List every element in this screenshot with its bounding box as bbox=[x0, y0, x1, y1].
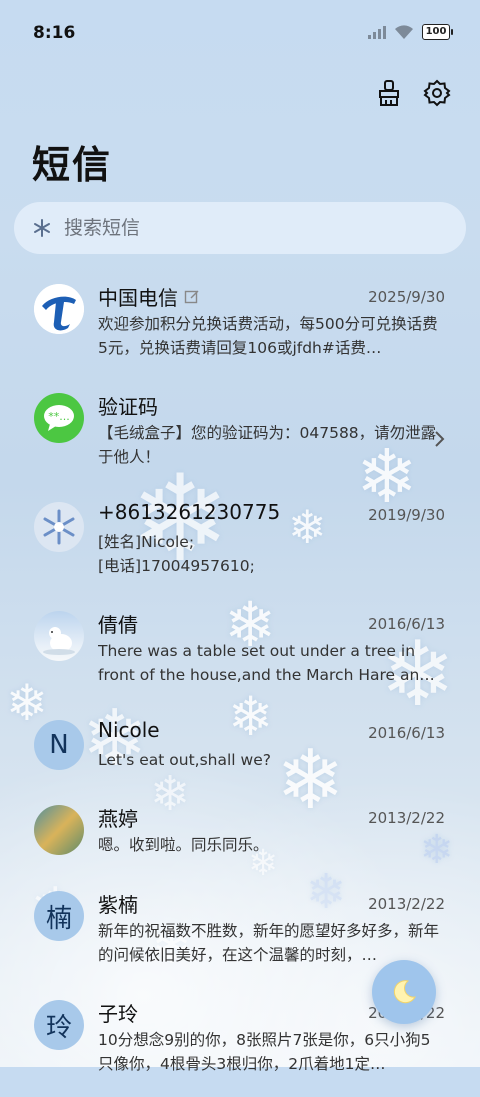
broom-icon[interactable] bbox=[374, 78, 404, 108]
preview-line: [姓名]Nicole; bbox=[98, 533, 195, 551]
night-mode-button[interactable] bbox=[372, 960, 436, 1024]
conversation-row[interactable]: 倩倩 2016/6/13 There was a table set out u… bbox=[0, 599, 480, 708]
message-date: 2019/9/30 bbox=[368, 506, 445, 524]
conversation-row[interactable]: 中国电信 2025/9/30 欢迎参加积分兑换话费活动，每500分可兑换话费5元… bbox=[0, 272, 480, 381]
message-preview: 新年的祝福数不胜数，新年的愿望好多好多，新年的问候依旧美好，在这个温馨的时刻，… bbox=[98, 922, 440, 964]
message-date: 2013/2/22 bbox=[368, 895, 445, 913]
contact-name: 紫楠 bbox=[98, 893, 138, 917]
battery-indicator: 100 bbox=[422, 24, 453, 40]
chevron-right-icon[interactable] bbox=[432, 429, 446, 449]
sms-bubble-icon: **... bbox=[34, 393, 84, 443]
china-telecom-logo bbox=[34, 284, 84, 334]
message-date: 2013/2/22 bbox=[368, 809, 445, 827]
message-preview: 欢迎参加积分兑换话费活动，每500分可兑换话费5元，兑换话费请回复106或jfd… bbox=[98, 315, 438, 357]
snowflake-photo bbox=[34, 502, 84, 552]
contact-name: 中国电信 bbox=[98, 286, 178, 310]
message-date: 2016/6/13 bbox=[368, 615, 445, 633]
message-preview: 嗯。收到啦。同乐同乐。 bbox=[98, 836, 269, 854]
message-preview: 【毛绒盒子】您的验证码为：047588，请勿泄露于他人！ bbox=[98, 424, 437, 466]
message-date: 2025/9/30 bbox=[368, 288, 445, 306]
edit-icon bbox=[184, 290, 199, 303]
polar-bear-photo bbox=[34, 611, 84, 661]
gear-icon[interactable] bbox=[422, 78, 452, 108]
conversation-row[interactable]: N Nicole 2016/6/13 Let's eat out,shall w… bbox=[0, 708, 480, 793]
contact-name: 验证码 bbox=[98, 395, 158, 419]
preview-line: [电话]17004957610; bbox=[98, 557, 255, 575]
snowflake-search-icon bbox=[32, 218, 52, 238]
page-title: 短信 bbox=[32, 143, 113, 187]
avatar: 楠 bbox=[34, 891, 84, 941]
landscape-photo bbox=[34, 805, 84, 855]
search-bar[interactable] bbox=[14, 202, 466, 254]
message-preview: 10分想念9别的你，8张照片7张是你，6只小狗5只像你，4根骨头3根归你，2爪着… bbox=[98, 1031, 431, 1073]
moon-icon bbox=[393, 980, 416, 1004]
contact-name: 燕婷 bbox=[98, 807, 138, 831]
avatar: N bbox=[34, 720, 84, 770]
svg-text:**...: **... bbox=[48, 410, 70, 423]
contact-name: 倩倩 bbox=[98, 613, 138, 637]
status-time: 8:16 bbox=[33, 23, 76, 43]
conversation-row[interactable]: **... 验证码 【毛绒盒子】您的验证码为：047588，请勿泄露于他人！ bbox=[0, 381, 480, 490]
signal-icon bbox=[368, 25, 386, 39]
message-date: 2016/6/13 bbox=[368, 724, 445, 742]
conversation-row[interactable]: +8613261230775 2019/9/30 [姓名]Nicole; [电话… bbox=[0, 490, 480, 599]
message-preview: There was a table set out under a tree i… bbox=[98, 642, 435, 684]
message-preview: Let's eat out,shall we? bbox=[98, 751, 271, 769]
conversation-row[interactable]: 燕婷 2013/2/22 嗯。收到啦。同乐同乐。 bbox=[0, 793, 480, 879]
contact-name: +8613261230775 bbox=[98, 500, 281, 524]
avatar: 玲 bbox=[34, 1000, 84, 1050]
search-input[interactable] bbox=[62, 216, 426, 240]
status-bar: 8:16 100 bbox=[0, 0, 480, 66]
wifi-icon bbox=[394, 24, 414, 40]
message-preview: [姓名]Nicole; [电话]17004957610; bbox=[98, 530, 446, 578]
contact-name: Nicole bbox=[98, 718, 160, 742]
contact-name: 子玲 bbox=[98, 1002, 138, 1026]
